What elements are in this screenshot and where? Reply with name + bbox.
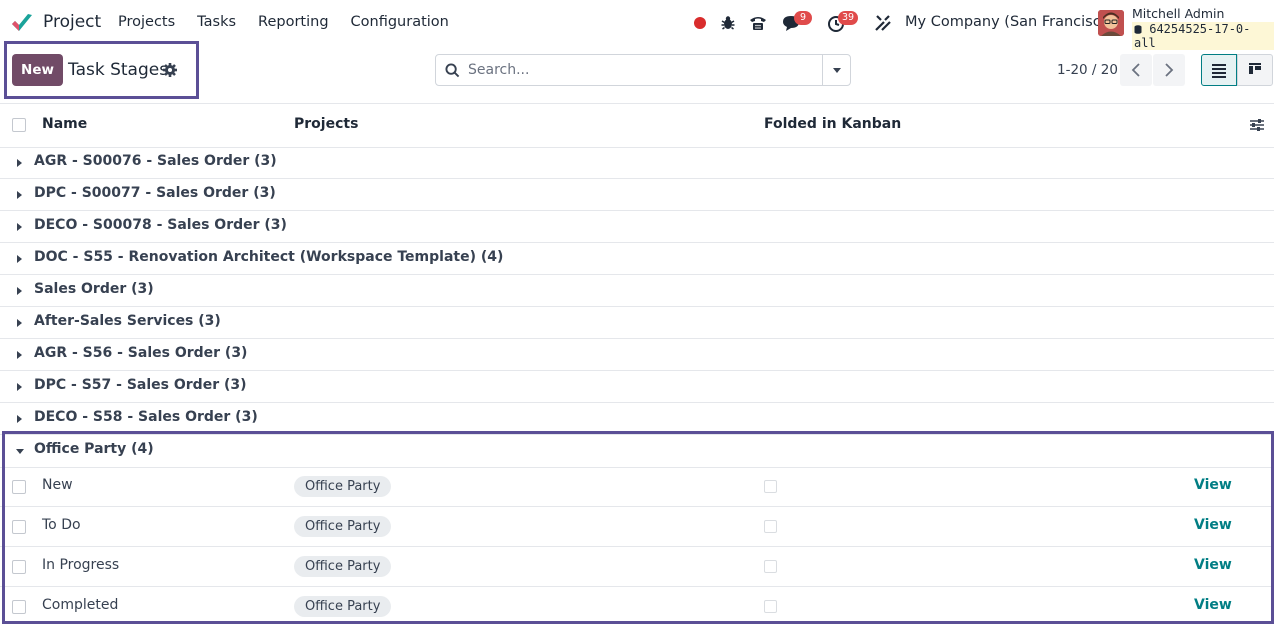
stage-name: New bbox=[42, 477, 73, 493]
row-checkbox[interactable] bbox=[12, 480, 26, 494]
optional-columns-icon[interactable] bbox=[1249, 117, 1265, 133]
activities-badge: 39 bbox=[838, 11, 859, 25]
caret-right-icon bbox=[17, 351, 22, 359]
database-name: 64254525-17-0-all bbox=[1132, 22, 1274, 50]
row-checkbox[interactable] bbox=[12, 600, 26, 614]
caret-right-icon bbox=[17, 287, 22, 295]
view-link[interactable]: View bbox=[1194, 597, 1232, 613]
group-row[interactable]: Sales Order (3) bbox=[0, 275, 1274, 307]
project-tag: Office Party bbox=[294, 596, 392, 617]
stage-name: Completed bbox=[42, 597, 119, 613]
menu-item-tasks[interactable]: Tasks bbox=[197, 14, 236, 30]
kanban-view-button[interactable] bbox=[1237, 54, 1273, 86]
phone-icon[interactable] bbox=[748, 13, 768, 33]
folded-checkbox bbox=[764, 600, 777, 613]
group-label: Office Party (4) bbox=[34, 441, 154, 457]
caret-right-icon bbox=[17, 415, 22, 423]
column-header-projects[interactable]: Projects bbox=[294, 116, 358, 132]
group-label: After-Sales Services (3) bbox=[34, 313, 221, 329]
folded-checkbox bbox=[764, 560, 777, 573]
group-label: DPC - S57 - Sales Order (3) bbox=[34, 377, 247, 393]
group-row[interactable]: AGR - S56 - Sales Order (3) bbox=[0, 339, 1274, 371]
group-label: DOC - S55 - Renovation Architect (Worksp… bbox=[34, 249, 504, 265]
group-row[interactable]: DPC - S00077 - Sales Order (3) bbox=[0, 179, 1274, 211]
user-name[interactable]: Mitchell Admin bbox=[1132, 6, 1224, 21]
list-view-icon bbox=[1212, 64, 1226, 78]
menu-item-reporting[interactable]: Reporting bbox=[258, 14, 329, 30]
caret-right-icon bbox=[17, 319, 22, 327]
group-row[interactable]: AGR - S00076 - Sales Order (3) bbox=[0, 147, 1274, 179]
caret-right-icon bbox=[17, 255, 22, 263]
company-switcher[interactable]: My Company (San Francisco) bbox=[905, 14, 1115, 30]
table-row[interactable]: Completed Office Party View bbox=[0, 587, 1274, 626]
caret-down-icon bbox=[16, 449, 24, 454]
pager-value[interactable]: 1-20 / 20 bbox=[1057, 62, 1118, 78]
chevron-right-icon bbox=[1165, 63, 1174, 77]
new-button[interactable]: New bbox=[12, 54, 63, 86]
group-row[interactable]: DECO - S00078 - Sales Order (3) bbox=[0, 211, 1274, 243]
group-row[interactable]: After-Sales Services (3) bbox=[0, 307, 1274, 339]
group-label: AGR - S56 - Sales Order (3) bbox=[34, 345, 248, 361]
caret-right-icon bbox=[17, 159, 22, 167]
table-row[interactable]: New Office Party View bbox=[0, 467, 1274, 507]
tools-icon[interactable] bbox=[873, 13, 893, 33]
select-all-checkbox[interactable] bbox=[12, 118, 26, 132]
row-checkbox[interactable] bbox=[12, 520, 26, 534]
caret-right-icon bbox=[17, 191, 22, 199]
menu-item-configuration[interactable]: Configuration bbox=[351, 14, 449, 30]
project-tag: Office Party bbox=[294, 476, 392, 497]
project-tag: Office Party bbox=[294, 516, 392, 537]
table-row[interactable]: To Do Office Party View bbox=[0, 507, 1274, 547]
search-icon bbox=[445, 63, 460, 78]
group-label: DECO - S58 - Sales Order (3) bbox=[34, 409, 258, 425]
table-row[interactable]: In Progress Office Party View bbox=[0, 547, 1274, 587]
group-label: DECO - S00078 - Sales Order (3) bbox=[34, 217, 287, 233]
app-logo-icon[interactable] bbox=[10, 11, 34, 35]
group-label: Sales Order (3) bbox=[34, 281, 154, 297]
caret-right-icon bbox=[17, 223, 22, 231]
main-menu: Projects Tasks Reporting Configuration bbox=[118, 14, 471, 30]
user-avatar-icon bbox=[1098, 10, 1124, 36]
menu-item-projects[interactable]: Projects bbox=[118, 14, 175, 30]
view-link[interactable]: View bbox=[1194, 517, 1232, 533]
row-checkbox[interactable] bbox=[12, 560, 26, 574]
search-bar bbox=[435, 54, 851, 86]
view-link[interactable]: View bbox=[1194, 557, 1232, 573]
group-row[interactable]: DPC - S57 - Sales Order (3) bbox=[0, 371, 1274, 403]
search-input[interactable] bbox=[468, 56, 820, 84]
bug-icon[interactable] bbox=[718, 13, 738, 33]
column-header-folded[interactable]: Folded in Kanban bbox=[764, 116, 901, 132]
stage-name: In Progress bbox=[42, 557, 120, 573]
stage-name: To Do bbox=[42, 517, 81, 533]
database-label: 64254525-17-0-all bbox=[1134, 22, 1251, 50]
chevron-left-icon bbox=[1131, 63, 1140, 77]
search-options-toggle[interactable] bbox=[823, 55, 851, 85]
folded-checkbox bbox=[764, 520, 777, 533]
pager-previous-button[interactable] bbox=[1120, 54, 1152, 86]
messages-badge: 9 bbox=[794, 11, 812, 25]
pager-next-button[interactable] bbox=[1153, 54, 1185, 86]
group-row[interactable]: DECO - S58 - Sales Order (3) bbox=[0, 403, 1274, 435]
group-label: DPC - S00077 - Sales Order (3) bbox=[34, 185, 276, 201]
kanban-view-icon bbox=[1249, 63, 1261, 74]
table-header: Name Projects Folded in Kanban bbox=[0, 103, 1274, 148]
page-title[interactable]: Task Stages bbox=[68, 60, 168, 80]
group-row[interactable]: DOC - S55 - Renovation Architect (Worksp… bbox=[0, 243, 1274, 275]
list-view-button[interactable] bbox=[1201, 54, 1237, 86]
column-header-name[interactable]: Name bbox=[42, 116, 87, 132]
avatar[interactable] bbox=[1098, 10, 1124, 36]
gear-icon[interactable] bbox=[162, 62, 178, 78]
group-row-expanded[interactable]: Office Party (4) bbox=[0, 435, 1274, 468]
database-icon bbox=[1134, 25, 1142, 34]
top-navbar: Project Projects Tasks Reporting Configu… bbox=[0, 0, 1274, 50]
project-tag: Office Party bbox=[294, 556, 392, 577]
folded-checkbox bbox=[764, 480, 777, 493]
group-label: AGR - S00076 - Sales Order (3) bbox=[34, 153, 277, 169]
caret-right-icon bbox=[17, 383, 22, 391]
view-link[interactable]: View bbox=[1194, 477, 1232, 493]
caret-down-icon bbox=[833, 68, 841, 73]
app-name[interactable]: Project bbox=[43, 12, 101, 32]
record-icon[interactable] bbox=[694, 17, 706, 29]
